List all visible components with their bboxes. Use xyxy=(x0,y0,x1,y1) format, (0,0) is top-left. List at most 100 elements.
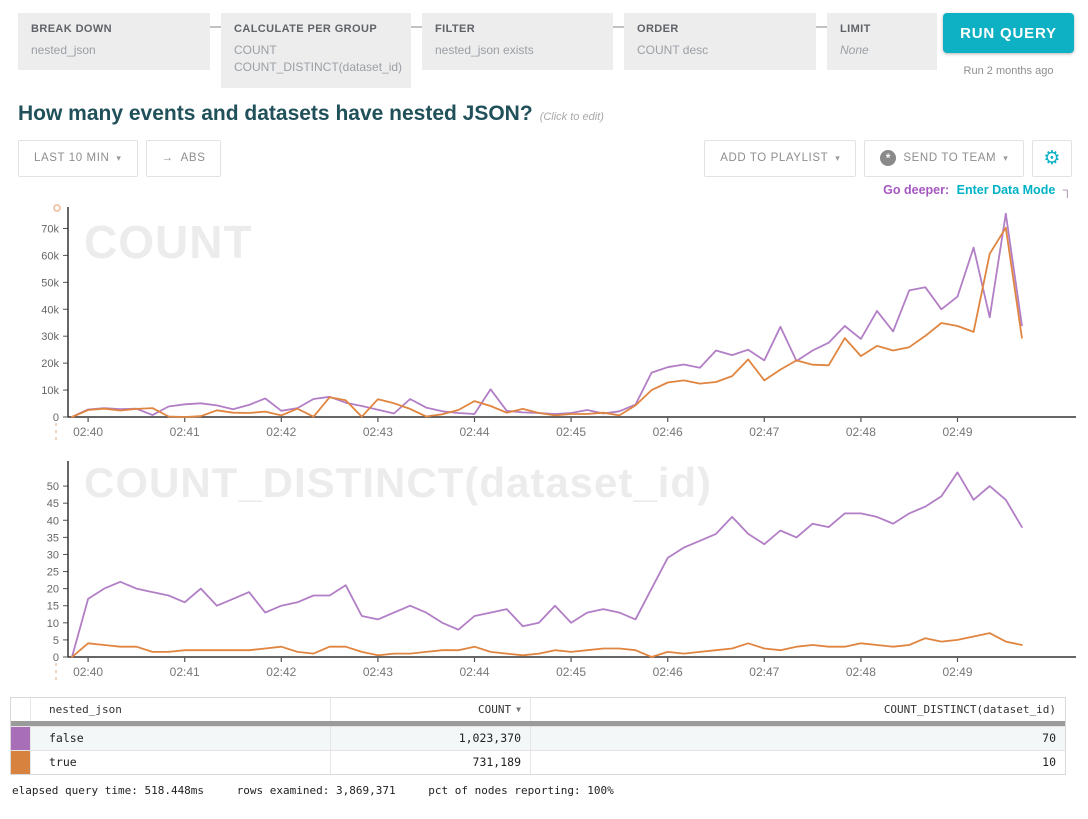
abs-time-button[interactable]: → ABS xyxy=(146,140,222,177)
send-to-team-dropdown[interactable]: * SEND TO TEAM ▾ xyxy=(864,140,1024,177)
svg-text:10: 10 xyxy=(47,618,59,630)
series-swatch xyxy=(11,727,31,750)
svg-text:15: 15 xyxy=(47,601,59,613)
results-table: nested_json COUNT ▼ COUNT_DISTINCT(datas… xyxy=(10,697,1066,775)
query-status-bar: elapsed query time: 518.448ms rows exami… xyxy=(12,784,1088,797)
clause-value: COUNT COUNT_DISTINCT(dataset_id) xyxy=(234,42,398,77)
clause-connector xyxy=(613,26,624,28)
abs-label: ABS xyxy=(181,152,206,164)
run-query-button[interactable]: RUN QUERY xyxy=(943,13,1074,53)
svg-text:40: 40 xyxy=(47,515,59,527)
svg-text:20k: 20k xyxy=(41,358,59,370)
svg-text:50: 50 xyxy=(47,481,59,493)
svg-text:70k: 70k xyxy=(41,223,59,235)
svg-text:02:48: 02:48 xyxy=(846,665,876,679)
query-builder: BREAK DOWN nested_json CALCULATE PER GRO… xyxy=(0,0,1088,88)
go-deeper-label: Go deeper: xyxy=(883,183,949,197)
title-edit-hint: (Click to edit) xyxy=(540,111,604,123)
column-header-count-distinct[interactable]: COUNT_DISTINCT(dataset_id) xyxy=(531,698,1065,721)
clause-filter[interactable]: FILTER nested_json exists xyxy=(422,13,613,70)
svg-text:02:43: 02:43 xyxy=(363,665,393,679)
clause-value: nested_json exists xyxy=(435,42,600,59)
corner-arrow-icon: ┐ xyxy=(1063,182,1072,197)
marker-dot-icon xyxy=(53,204,61,212)
team-icon: * xyxy=(880,150,896,166)
svg-text:0: 0 xyxy=(53,412,59,424)
clause-break-down[interactable]: BREAK DOWN nested_json xyxy=(18,13,210,70)
page-title[interactable]: How many events and datasets have nested… xyxy=(18,102,533,125)
svg-text:50k: 50k xyxy=(41,277,59,289)
cell-count: 1,023,370 xyxy=(331,727,531,750)
clause-value: COUNT desc xyxy=(637,42,803,59)
clause-label: BREAK DOWN xyxy=(31,23,197,35)
clause-limit[interactable]: LIMIT None xyxy=(827,13,937,70)
svg-text:02:48: 02:48 xyxy=(846,425,876,439)
gear-icon: ⚙ xyxy=(1043,147,1061,170)
svg-text:45: 45 xyxy=(47,498,59,510)
chevron-down-icon: ▾ xyxy=(116,153,121,164)
clause-order[interactable]: ORDER COUNT desc xyxy=(624,13,816,70)
enter-data-mode-link[interactable]: Enter Data Mode xyxy=(957,183,1056,197)
svg-text:02:46: 02:46 xyxy=(653,425,683,439)
send-to-team-label: SEND TO TEAM xyxy=(903,152,996,164)
clause-connector xyxy=(210,26,221,28)
time-range-dropdown[interactable]: LAST 10 MIN ▾ xyxy=(18,140,138,177)
svg-text:02:49: 02:49 xyxy=(942,665,972,679)
table-header-row: nested_json COUNT ▼ COUNT_DISTINCT(datas… xyxy=(11,698,1065,721)
cell-count-distinct: 70 xyxy=(531,727,1065,750)
svg-text:40k: 40k xyxy=(41,304,59,316)
svg-text:02:42: 02:42 xyxy=(266,665,296,679)
controls-row: LAST 10 MIN ▾ → ABS ADD TO PLAYLIST ▾ * … xyxy=(18,140,1072,177)
clause-calculate-per-group[interactable]: CALCULATE PER GROUP COUNT COUNT_DISTINCT… xyxy=(221,13,411,88)
svg-text:60k: 60k xyxy=(41,250,59,262)
pct-nodes-reporting: pct of nodes reporting: 100% xyxy=(428,784,613,797)
svg-text:02:40: 02:40 xyxy=(73,425,103,439)
svg-text:02:43: 02:43 xyxy=(363,425,393,439)
svg-text:20: 20 xyxy=(47,583,59,595)
cell-nested-json: true xyxy=(31,751,331,774)
add-to-playlist-dropdown[interactable]: ADD TO PLAYLIST ▾ xyxy=(704,140,856,177)
svg-text:02:41: 02:41 xyxy=(170,425,200,439)
svg-text:02:42: 02:42 xyxy=(266,425,296,439)
table-row[interactable]: true 731,189 10 xyxy=(11,750,1065,774)
go-deeper-row: Go deeper: Enter Data Mode ┐ xyxy=(0,182,1072,197)
column-header-count[interactable]: COUNT ▼ xyxy=(331,698,531,721)
add-to-playlist-label: ADD TO PLAYLIST xyxy=(720,152,828,164)
svg-text:02:40: 02:40 xyxy=(73,665,103,679)
clause-label: ORDER xyxy=(637,23,803,35)
count-distinct-chart[interactable]: 0510152025303540455002:4002:4102:4202:43… xyxy=(0,451,1080,685)
svg-text:10k: 10k xyxy=(41,385,59,397)
chevron-down-icon: ▾ xyxy=(835,153,840,164)
clause-label: FILTER xyxy=(435,23,600,35)
title-row: How many events and datasets have nested… xyxy=(0,102,1088,126)
rows-examined: rows examined: 3,869,371 xyxy=(237,784,396,797)
cell-count-distinct: 10 xyxy=(531,751,1065,774)
svg-text:02:45: 02:45 xyxy=(556,425,586,439)
svg-text:25: 25 xyxy=(47,566,59,578)
arrow-right-icon: → xyxy=(162,152,174,164)
svg-text:30k: 30k xyxy=(41,331,59,343)
series-swatch xyxy=(11,751,31,774)
svg-text:02:44: 02:44 xyxy=(459,665,489,679)
svg-text:5: 5 xyxy=(53,635,59,647)
svg-text:02:47: 02:47 xyxy=(749,665,779,679)
swatch-column-header xyxy=(11,698,31,721)
clause-value: nested_json xyxy=(31,42,197,59)
cell-count: 731,189 xyxy=(331,751,531,774)
svg-text:30: 30 xyxy=(47,549,59,561)
time-range-label: LAST 10 MIN xyxy=(34,152,109,164)
count-chart[interactable]: 0 10k 20k 30k 40k 50k 60k 70k 02:40 02:41 02:42 02:… xyxy=(0,199,1080,445)
settings-button[interactable]: ⚙ xyxy=(1032,140,1072,177)
svg-text:02:41: 02:41 xyxy=(170,665,200,679)
svg-text:02:45: 02:45 xyxy=(556,665,586,679)
count-chart-section: COUNT 010k20k30k40k50k60k70k02:4002:4102… xyxy=(0,199,1088,445)
svg-text:35: 35 xyxy=(47,532,59,544)
clause-value: None xyxy=(840,42,924,59)
svg-text:02:46: 02:46 xyxy=(653,665,683,679)
clause-connector xyxy=(411,26,422,28)
column-header-nested-json[interactable]: nested_json xyxy=(31,698,331,721)
sort-desc-icon: ▼ xyxy=(516,705,521,714)
table-row[interactable]: false 1,023,370 70 xyxy=(11,726,1065,750)
svg-text:02:47: 02:47 xyxy=(749,425,779,439)
clause-connector xyxy=(816,26,827,28)
